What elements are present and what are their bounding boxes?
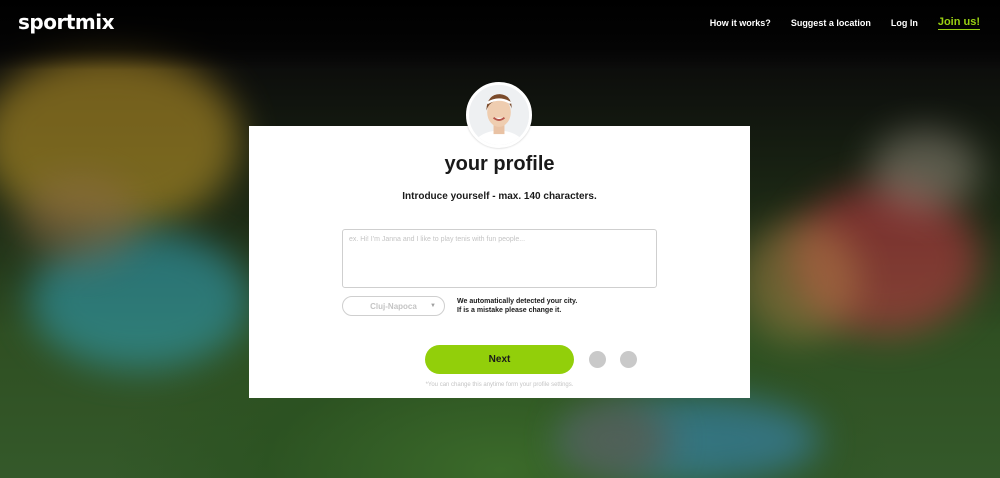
intro-textarea[interactable] [342,229,657,288]
page-title: your profile [444,153,555,175]
nav-how-it-works[interactable]: How it works? [710,18,771,28]
city-note-line-2: If is a mistake please change it. [457,307,562,314]
profile-photo-icon [469,85,529,145]
intro-instructions: Introduce yourself - max. 140 characters… [402,191,597,202]
city-note-line-1: We automatically detected your city. [457,298,578,305]
header: sportmix How it works? Suggest a locatio… [0,0,1000,42]
bg-person-face-bottom [560,400,670,478]
city-select-value: Cluj-Napoca [370,301,417,311]
settings-footnote: *You can change this anytime form your p… [425,382,574,388]
main-nav: How it works? Suggest a location Log In … [710,16,980,30]
chevron-down-icon: ▼ [430,303,436,309]
profile-card: your profile Introduce yourself - max. 1… [249,126,750,398]
step-indicator-2[interactable] [589,351,606,368]
step-indicator-3[interactable] [620,351,637,368]
nav-suggest-location[interactable]: Suggest a location [791,18,871,28]
nav-log-in[interactable]: Log In [891,18,918,28]
logo[interactable]: sportmix [18,10,114,34]
avatar[interactable] [466,82,532,148]
bg-person-face [20,175,140,265]
next-button[interactable]: Next [425,345,574,374]
city-detection-note: We automatically detected your city. If … [457,297,657,315]
city-select[interactable]: Cluj-Napoca ▼ [342,296,445,316]
nav-join-us[interactable]: Join us! [937,16,980,30]
bg-person-hair [740,220,860,340]
bg-hand [870,130,980,210]
